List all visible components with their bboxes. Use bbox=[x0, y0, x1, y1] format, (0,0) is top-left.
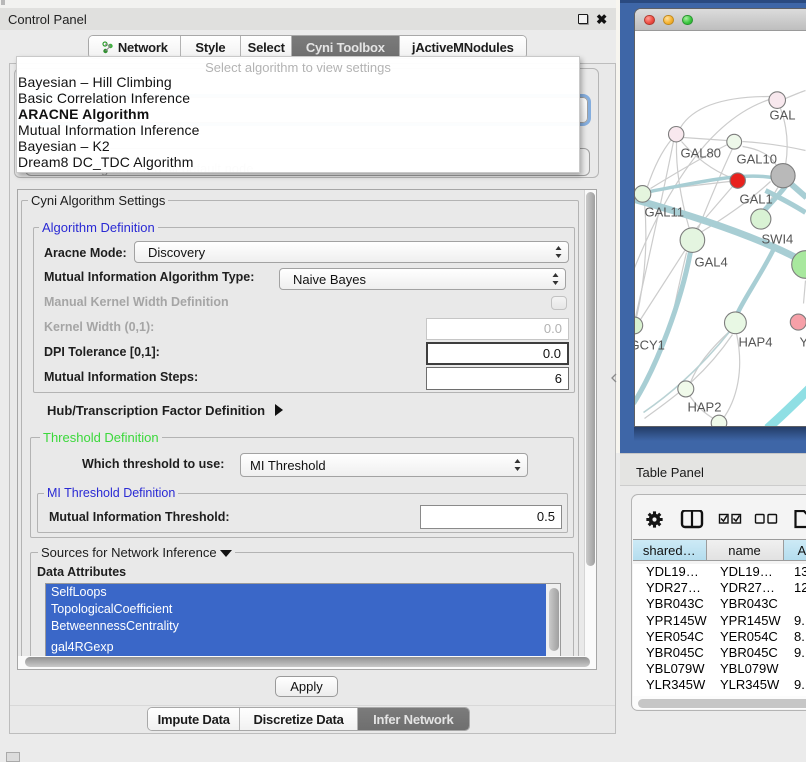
svg-text:GAL11: GAL11 bbox=[645, 205, 685, 220]
svg-text:HAP4: HAP4 bbox=[739, 335, 773, 350]
svg-text:GAL4: GAL4 bbox=[695, 255, 728, 270]
svg-text:SWI4: SWI4 bbox=[762, 232, 794, 247]
svg-text:GAL1: GAL1 bbox=[740, 192, 773, 207]
svg-text:GAL10: GAL10 bbox=[737, 152, 777, 167]
svg-text:GAL80: GAL80 bbox=[681, 146, 721, 161]
svg-text:HAP2: HAP2 bbox=[688, 400, 722, 415]
svg-text:Y: Y bbox=[800, 335, 806, 350]
svg-text:GCY1: GCY1 bbox=[635, 338, 665, 353]
svg-text:GAL: GAL bbox=[770, 108, 796, 123]
